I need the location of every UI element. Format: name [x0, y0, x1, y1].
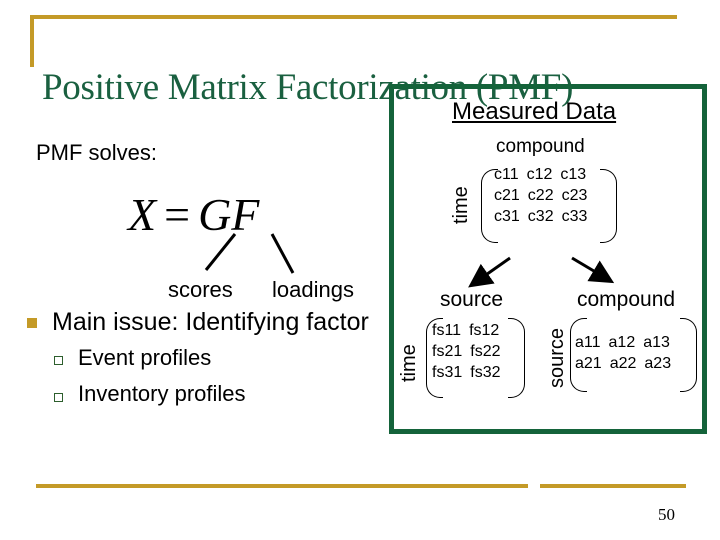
profile-column-label: compound [577, 288, 676, 311]
hollow-square-bullet-icon [54, 356, 63, 365]
matrix-cell: a11 [575, 334, 601, 351]
matrix-cell: c12 [526, 166, 553, 183]
main-bullet-text: Main issue: Identifying factor [52, 308, 369, 336]
matrix-row: fs11 fs12 [432, 320, 509, 341]
matrix-row: a21 a22 a23 [575, 353, 679, 374]
sub-bullet-text: Event profiles [78, 345, 212, 370]
matrix-cell: a23 [644, 355, 672, 372]
matrix-cell: a22 [609, 355, 637, 372]
hollow-square-bullet-icon [54, 393, 63, 402]
matrix-cell: fs32 [470, 364, 501, 381]
profile-matrix: a11 a12 a13 a21 a22 a23 [575, 332, 679, 374]
source-column-label: source [440, 288, 504, 311]
matrix-cell: c32 [527, 208, 554, 225]
measured-column-label: compound [496, 136, 585, 157]
matrix-cell: a21 [575, 355, 602, 372]
matrix-cell: a13 [643, 334, 670, 351]
matrix-cell: c22 [527, 187, 554, 204]
equation: X = GF [128, 188, 259, 241]
matrix-cell: fs31 [432, 364, 463, 381]
matrix-cell: c13 [560, 166, 587, 183]
matrix-row: c31 c32 c33 [494, 206, 595, 227]
bottom-rule [36, 484, 686, 488]
matrix-row: fs21 fs22 [432, 341, 509, 362]
matrix-cell: a12 [608, 334, 636, 351]
page-number: 50 [658, 505, 675, 524]
matrix-cell: c11 [494, 166, 519, 183]
bottom-rule-gap [528, 483, 540, 489]
left-rule [30, 15, 34, 67]
matrix-cell: fs11 [432, 322, 462, 339]
right-paren [600, 169, 617, 243]
equation-rhs: GF [198, 189, 260, 240]
matrix-row: fs31 fs32 [432, 362, 509, 383]
measured-data-title: Measured Data [452, 98, 617, 125]
right-paren [508, 318, 525, 398]
equation-equals: = [164, 189, 191, 240]
measured-row-label: time [450, 186, 472, 224]
matrix-cell: c33 [561, 208, 588, 225]
pmf-solves-label: PMF solves: [36, 140, 158, 165]
sub-bullet-text: Inventory profiles [78, 381, 246, 406]
matrix-cell: c21 [494, 187, 520, 204]
loadings-label: loadings [272, 277, 354, 302]
measured-matrix: c11 c12 c13 c21 c22 c23 c31 c32 c33 [494, 164, 595, 227]
matrix-row: a11 a12 a13 [575, 332, 679, 353]
right-paren [680, 318, 697, 392]
square-bullet-icon [27, 318, 37, 328]
equation-lhs: X [128, 189, 157, 240]
matrix-cell: fs21 [432, 343, 463, 360]
matrix-row: c11 c12 c13 [494, 164, 595, 185]
top-rule [30, 15, 677, 19]
matrix-row: c21 c22 c23 [494, 185, 595, 206]
matrix-cell: fs12 [469, 322, 500, 339]
source-row-label: time [398, 344, 420, 382]
matrix-cell: fs22 [470, 343, 501, 360]
matrix-cell: c31 [494, 208, 520, 225]
profile-row-label: source [546, 327, 568, 388]
loadings-connector [270, 233, 295, 274]
source-matrix: fs11 fs12 fs21 fs22 fs31 fs32 [432, 320, 509, 383]
scores-label: scores [168, 277, 233, 302]
matrix-cell: c23 [561, 187, 588, 204]
